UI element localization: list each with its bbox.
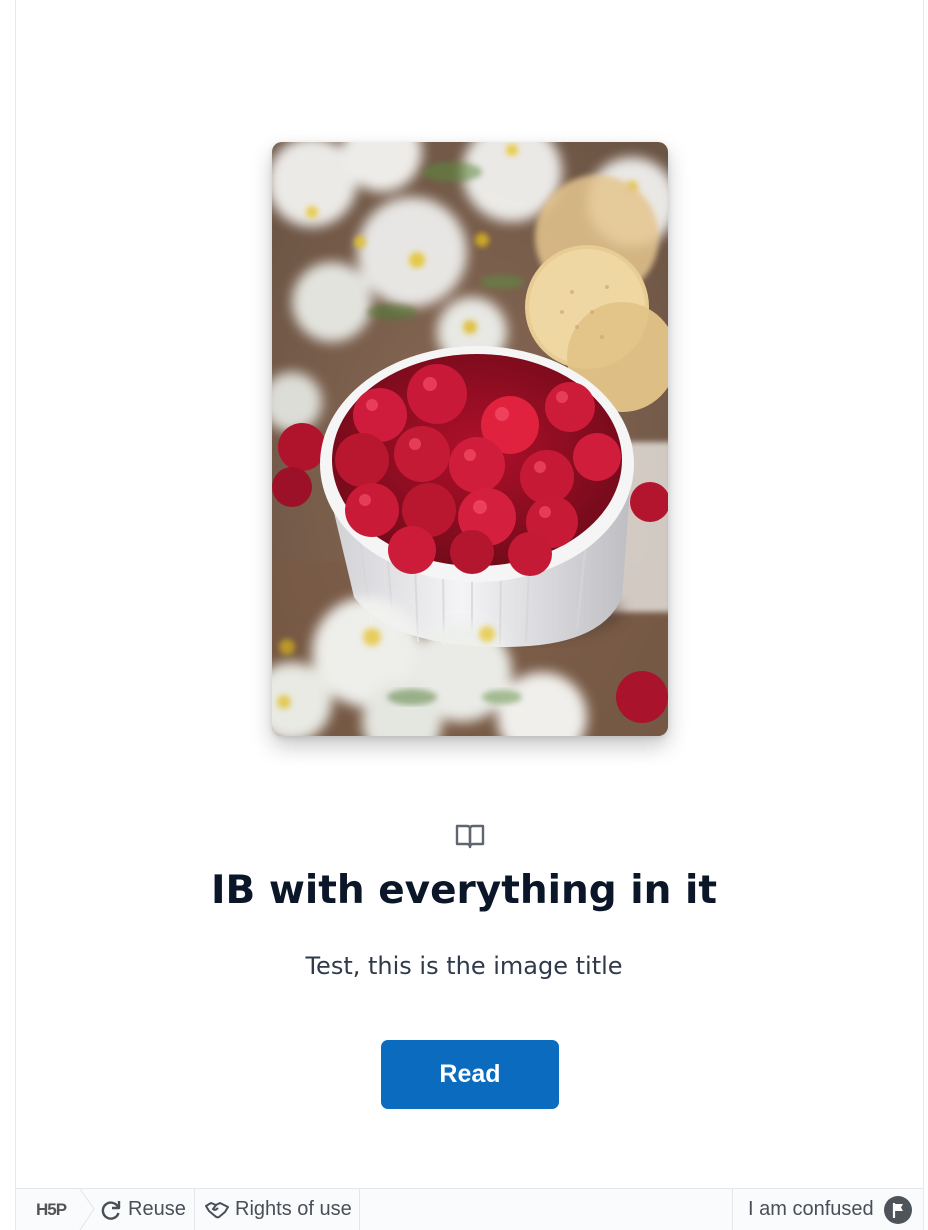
footer-divider (194, 1189, 195, 1230)
reuse-refresh-icon (101, 1200, 121, 1220)
reuse-label: Reuse (128, 1198, 186, 1220)
footer-divider (732, 1189, 733, 1230)
cover-image (272, 142, 668, 736)
footer-divider (359, 1189, 360, 1230)
i-am-confused-button[interactable]: I am confused (748, 1189, 912, 1230)
h5p-logo[interactable]: H5P (36, 1189, 67, 1230)
i-am-confused-label: I am confused (748, 1198, 874, 1220)
rights-of-use-button[interactable]: Rights of use (205, 1189, 352, 1230)
read-button[interactable]: Read (381, 1040, 559, 1109)
handshake-icon (205, 1201, 229, 1218)
book-icon (455, 824, 485, 849)
flag-icon (883, 1195, 912, 1224)
h5p-footer-bar: H5P Reuse Rights of use I am confused (16, 1188, 923, 1230)
breadcrumb-divider (79, 1189, 95, 1230)
book-subtitle: Test, this is the image title (305, 952, 623, 980)
rights-of-use-label: Rights of use (235, 1198, 352, 1220)
book-title: IB with everything in it (211, 868, 717, 913)
reuse-button[interactable]: Reuse (100, 1189, 186, 1230)
cover-illustration (272, 142, 668, 736)
